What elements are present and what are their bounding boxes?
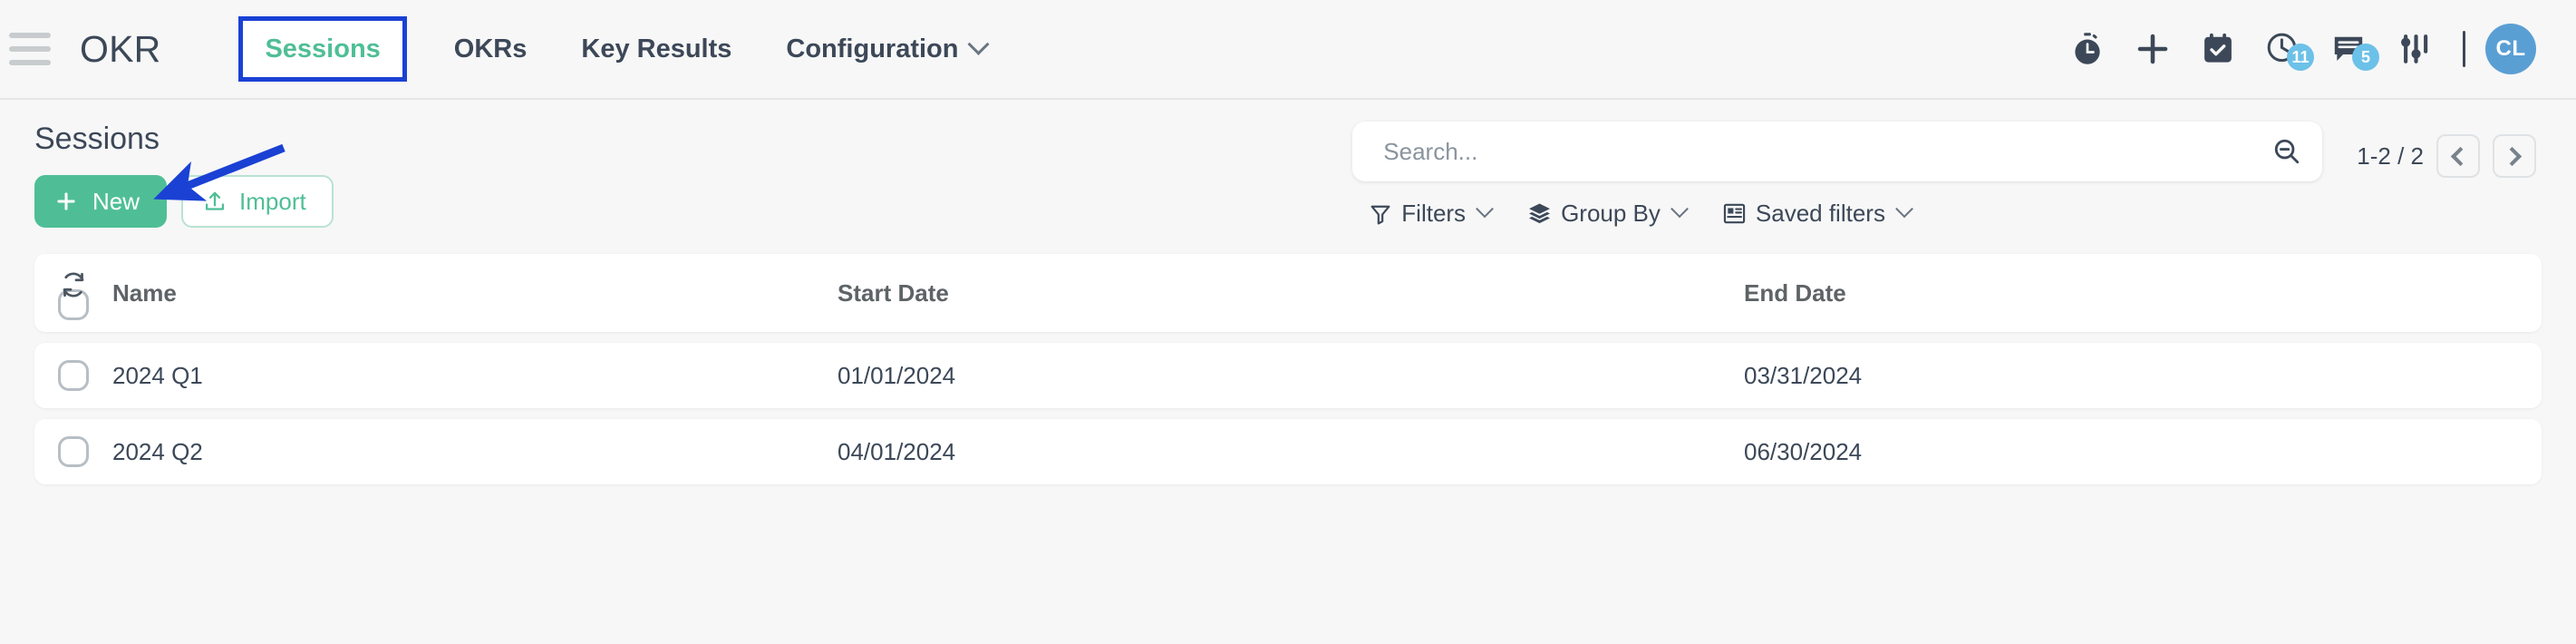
filter-row: Filters Group By Saved filters: [1352, 199, 1913, 228]
page-title: Sessions: [34, 122, 160, 156]
cell-start-date: 01/01/2024: [838, 361, 956, 389]
column-header-name[interactable]: Name: [112, 279, 838, 307]
upload-icon: [205, 191, 225, 210]
row-select-cell: [34, 436, 112, 467]
header-select-cell: [34, 266, 112, 320]
nav-item-label: Key Results: [581, 34, 732, 63]
notification-badge: 11: [2287, 44, 2314, 71]
pagination: 1-2 / 2: [2357, 122, 2536, 178]
saved-filters-dropdown[interactable]: Saved filters: [1722, 199, 1913, 228]
left-controls: Sessions New Import: [34, 122, 334, 228]
cell-name: 2024 Q2: [112, 437, 203, 465]
nav-item-configuration[interactable]: Configuration: [759, 33, 1013, 64]
cell-end-date: 06/30/2024: [1744, 437, 1863, 465]
stopwatch-icon[interactable]: [2055, 22, 2120, 76]
sessions-table: Name Start Date End Date 2024 Q1 01/01/2…: [0, 254, 2576, 484]
sliders-settings-icon[interactable]: [2381, 22, 2446, 76]
row-checkbox[interactable]: [58, 436, 89, 467]
cell-name: 2024 Q1: [112, 361, 203, 389]
cell-end-date: 03/31/2024: [1744, 361, 1863, 389]
funnel-icon: [1370, 205, 1390, 224]
group-by-dropdown[interactable]: Group By: [1527, 199, 1689, 228]
column-header-end-date[interactable]: End Date: [1744, 279, 2542, 307]
calendar-check-icon[interactable]: [2185, 22, 2251, 76]
filters-label: Filters: [1401, 200, 1467, 227]
filters-dropdown[interactable]: Filters: [1369, 199, 1494, 228]
nav-item-okrs[interactable]: OKRs: [427, 34, 555, 64]
hamburger-bar: [9, 46, 51, 52]
hamburger-bar: [9, 33, 51, 38]
navbar-right-icons: 11 5 CL: [2055, 22, 2536, 76]
top-navbar: OKR Sessions OKRs Key Results Configurat…: [0, 0, 2576, 100]
plus-icon: [57, 192, 75, 210]
magnifier-minus-icon[interactable]: [2271, 136, 2302, 167]
new-button-label: New: [92, 187, 140, 215]
previous-page-button[interactable]: [2436, 134, 2480, 178]
action-button-row: New Import: [34, 175, 334, 228]
import-button-label: Import: [239, 187, 306, 215]
search-and-filters: Filters Group By Saved filters: [1352, 122, 2323, 228]
row-select-cell: [34, 360, 112, 391]
cell-start-date: 04/01/2024: [838, 437, 956, 465]
avatar[interactable]: CL: [2485, 24, 2536, 74]
chat-messages-icon[interactable]: 5: [2316, 22, 2381, 76]
chevron-down-icon: [1895, 199, 1913, 218]
chevron-down-icon: [1670, 199, 1689, 218]
nav-item-key-results[interactable]: Key Results: [554, 34, 759, 64]
main-navigation: Sessions OKRs Key Results Configuration: [218, 0, 1013, 98]
table-row[interactable]: 2024 Q1 01/01/2024 03/31/2024: [34, 343, 2542, 408]
next-page-button[interactable]: [2493, 134, 2536, 178]
navbar-divider: [2463, 31, 2465, 67]
hamburger-bar: [9, 60, 51, 65]
row-checkbox[interactable]: [58, 360, 89, 391]
nav-item-label: Sessions: [265, 34, 381, 63]
nav-item-sessions[interactable]: Sessions: [265, 34, 380, 64]
chevron-down-icon: [1476, 199, 1494, 218]
pagination-range: 1-2 / 2: [2357, 141, 2424, 170]
control-panel: Sessions New Import Search... Filters Gr…: [0, 100, 2576, 254]
search-input[interactable]: [1383, 137, 2272, 166]
search-box[interactable]: [1352, 122, 2323, 181]
refresh-sync-icon[interactable]: [60, 271, 87, 303]
chevron-right-icon: [2502, 146, 2523, 166]
chevron-down-icon: [967, 33, 990, 55]
app-brand-title: OKR: [80, 27, 161, 70]
column-header-start-date[interactable]: Start Date: [838, 279, 1744, 307]
layers-icon: [1529, 203, 1551, 224]
saved-filters-label: Saved filters: [1755, 200, 1885, 227]
table-row[interactable]: 2024 Q2 04/01/2024 06/30/2024: [34, 419, 2542, 484]
notification-badge: 5: [2352, 44, 2379, 71]
annotation-highlight-box-sessions: Sessions: [238, 16, 407, 82]
new-button[interactable]: New: [34, 175, 168, 228]
clock-activity-icon[interactable]: 11: [2251, 22, 2316, 76]
hamburger-menu-icon[interactable]: [9, 33, 51, 65]
plus-icon[interactable]: [2120, 22, 2185, 76]
nav-item-label: Configuration: [786, 34, 959, 63]
chevron-left-icon: [2450, 146, 2471, 166]
nav-item-label: OKRs: [453, 34, 528, 63]
import-button[interactable]: Import: [181, 175, 334, 228]
saved-filters-icon: [1723, 203, 1746, 224]
table-header-row: Name Start Date End Date: [34, 254, 2542, 332]
group-by-label: Group By: [1561, 200, 1661, 227]
